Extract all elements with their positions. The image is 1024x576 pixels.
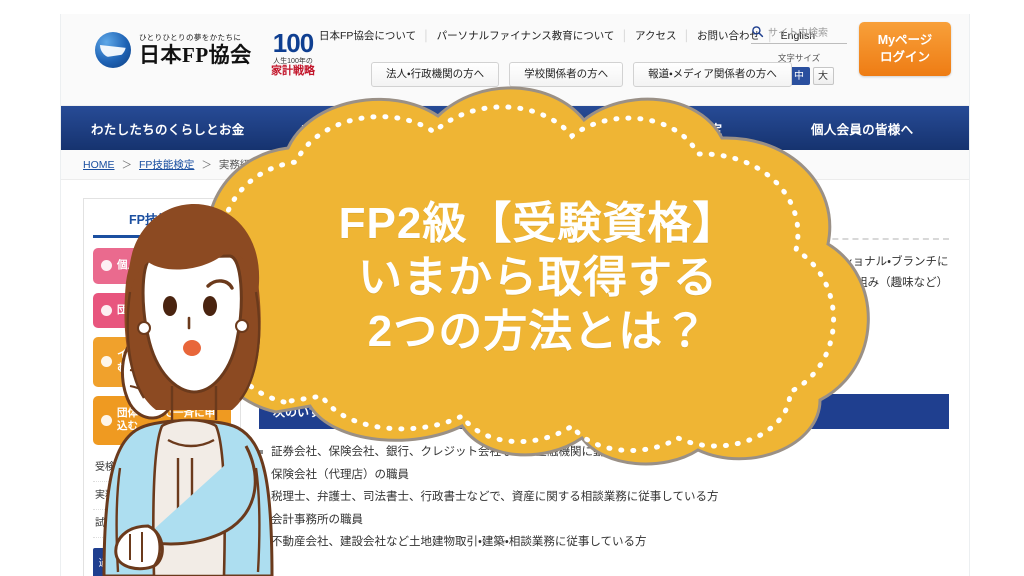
breadcrumb-home[interactable]: HOME [83, 159, 115, 171]
sidebar-button-label: インターネットで申込む [117, 348, 222, 374]
mypage-login-line1: Myページ [877, 33, 933, 48]
list-item: 会計事務所の職員 [259, 509, 949, 531]
nav-divider: │ [621, 29, 628, 42]
list-item: 不動産会社、建設会社など土地建物取引・建築・相談業務に従事している方 [259, 531, 949, 553]
anniversary-number: 100 [272, 28, 314, 58]
main-content: 実務経験について 「実務経験を有する者」とは、資産の設計・運用・管理及びこれらに… [259, 198, 949, 576]
gnav-item-life-money[interactable]: わたしたちのくらしとお金 [81, 119, 255, 138]
search-placeholder: サイト内検索 [768, 28, 828, 39]
nav-divider: │ [423, 29, 430, 42]
utility-nav: 日本FP協会について │ パーソナルファイナンス教育について │ アクセス │ … [319, 28, 815, 43]
utility-nav-item-education[interactable]: パーソナルファイナンス教育について [437, 28, 615, 43]
sidebar-link-experience[interactable]: 実務経験について [93, 482, 231, 510]
logo-tagline: ひとりひとりの夢をかたちに [139, 33, 242, 43]
bullet-dot-icon [101, 414, 112, 426]
list-item: 保険会社（代理店）の職員 [259, 464, 949, 486]
site-header: ひとりひとりの夢をかたちに 日本FP協会 100 人生100年の 家計戦略 日本… [61, 14, 969, 106]
breadcrumb: HOME ＞ FP技能検定 ＞ 実務経験について [61, 150, 969, 180]
nav-divider: │ [683, 29, 691, 42]
gnav-item-exam[interactable]: FP技能検定 [602, 119, 776, 138]
sidebar-link-eligibility[interactable]: 受検資格について [93, 454, 231, 482]
list-item: 証券会社、保険会社、銀行、クレジット会社などの金融機関に勤務している方 [259, 441, 949, 463]
eligibility-list: 証券会社、保険会社、銀行、クレジット会社などの金融機関に勤務している方 保険会社… [259, 441, 949, 553]
sidebar-button-label: 個人で申込む [117, 259, 180, 271]
gnav-item-members[interactable]: 個人会員の皆様へ [775, 119, 949, 138]
segment-button-media[interactable]: 報道・メディア関係者の方へ [633, 62, 792, 87]
website-page: ひとりひとりの夢をかたちに 日本FP協会 100 人生100年の 家計戦略 日本… [60, 14, 970, 576]
sidebar: FP技能検定 個人で申込む 団体・学校で申込む インターネットで申込む 団体・学… [83, 198, 241, 576]
sidebar-title: FP技能検定 [93, 209, 231, 238]
sidebar-button-label: 団体・学校で一斉に申込む [117, 406, 216, 433]
sidebar-button-group[interactable]: 団体・学校で申込む [93, 292, 231, 329]
logo-text: ひとりひとりの夢をかたちに 日本FP協会 [139, 34, 252, 66]
bullet-dot-icon [101, 260, 112, 272]
anniversary-logo: 100 人生100年の 家計戦略 [261, 30, 325, 77]
logo-name: 日本FP協会 [139, 42, 252, 67]
anniversary-sub1: 人生100年の [273, 58, 313, 65]
sidebar-link-schedule[interactable]: 試験日程・受検手数料 [93, 510, 231, 538]
utility-nav-item-access[interactable]: アクセス [635, 28, 676, 43]
page-body: FP技能検定 個人で申込む 団体・学校で申込む インターネットで申込む 団体・学… [61, 180, 969, 576]
note-bar: 次のいずれかに該当する場合、おおむね「実務経験」として認められます。 [259, 394, 949, 430]
breadcrumb-current: 実務経験について [218, 159, 303, 171]
bullet-dot-icon [101, 356, 112, 368]
bullet-dot-icon [101, 304, 112, 316]
global-navigation: わたしたちのくらしとお金 FPに相談する FP資格取得を目指す FP技能検定 個… [61, 106, 969, 150]
search-input[interactable]: サイト内検索 [751, 24, 847, 44]
content-paragraph-3: 虚偽・不正が発覚した場合、試験の中止、合格の取消しを行う場合があります。 [259, 361, 665, 374]
breadcrumb-parent[interactable]: FP技能検定 [139, 157, 194, 172]
segment-button-school[interactable]: 学校関係者の方へ [509, 62, 624, 87]
utility-nav-item-about[interactable]: 日本FP協会について [319, 28, 416, 43]
search-icon [752, 26, 764, 38]
jafp-globe-icon [95, 32, 131, 68]
segment-button-corporate[interactable]: 法人・行政機関の方へ [371, 62, 500, 87]
sidebar-button-bulk[interactable]: 団体・学校で一斉に申込む [93, 395, 231, 445]
sidebar-past-exams-banner[interactable]: 過去問題・模範解答の参照はこちら [93, 547, 231, 576]
gnav-item-qualification[interactable]: FP資格取得を目指す [428, 119, 602, 138]
mypage-login-button[interactable]: Myページ ログイン [859, 22, 951, 76]
sidebar-button-individual[interactable]: 個人で申込む [93, 248, 231, 284]
font-size-large-button[interactable]: 大 [812, 67, 834, 85]
sidebar-button-label: 団体・学校で申込む [117, 303, 205, 316]
screenshot-stage: ひとりひとりの夢をかたちに 日本FP協会 100 人生100年の 家計戦略 日本… [0, 0, 1024, 576]
breadcrumb-separator: ＞ [121, 159, 133, 171]
sidebar-button-internet[interactable]: インターネットで申込む [93, 337, 231, 387]
mypage-login-line2: ログイン [879, 50, 930, 64]
gnav-item-consult-fp[interactable]: FPに相談する [255, 119, 429, 138]
site-logo[interactable]: ひとりひとりの夢をかたちに 日本FP協会 [95, 32, 252, 68]
content-paragraph-2: 実務経験の判断につきましては、自己申告となりますので、ご自身でご判断ください。 [259, 329, 707, 342]
breadcrumb-separator: ＞ [201, 159, 212, 171]
audience-segment-buttons: 法人・行政機関の方へ 学校関係者の方へ 報道・メディア関係者の方へ [371, 62, 792, 87]
page-title: 実務経験について [259, 198, 949, 240]
list-item: 税理士、弁護士、司法書士、行政書士などで、資産に関する相談業務に従事している方 [259, 486, 949, 508]
content-paragraph-1: 「実務経験を有する者」とは、資産の設計・運用・管理及びこれらに係わる相談業務、コ… [259, 256, 949, 311]
anniversary-sub2: 家計戦略 [271, 65, 315, 77]
